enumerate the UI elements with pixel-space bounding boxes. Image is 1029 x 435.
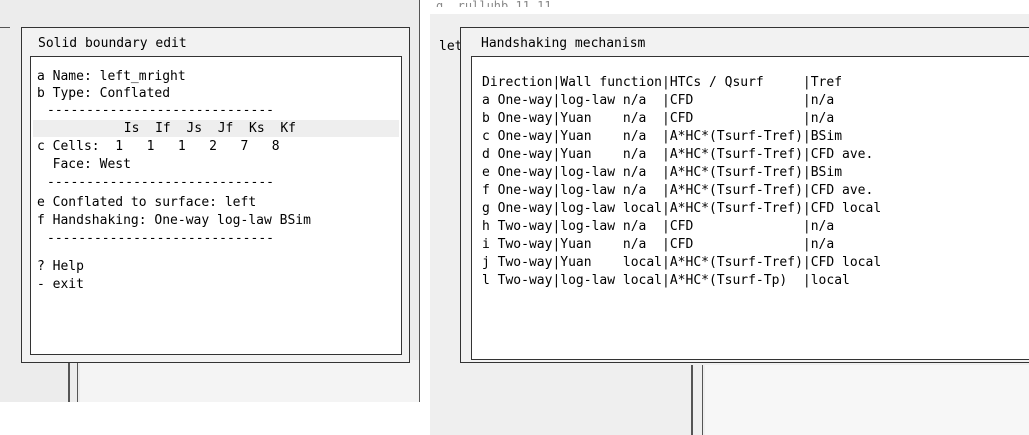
cells-header: Is If Js Jf Ks Kf [69,121,296,136]
handshaking-header: Direction|Wall function|HTCs / Qsurf |Tr… [482,75,843,90]
background-panel-left [80,360,420,402]
handshaking-option[interactable]: b One-way|Yuan n/a |CFD |n/a [482,111,834,127]
menu-item-handshaking[interactable]: f Handshaking: One-way log-law BSim [37,213,311,229]
menu-item-help[interactable]: ? Help [37,259,84,275]
menu-item-cells[interactable]: c Cells: 1 1 1 2 7 8 [37,139,280,155]
menu-item-name[interactable]: a Name: left_mright [37,69,186,85]
scroll-edge-line [68,360,70,402]
handshaking-option[interactable]: e One-way|log-law n/a |A*HC*(Tsurf-Tref)… [482,165,842,181]
divider-line [419,0,420,402]
scroll-edge-line [702,365,703,435]
solid-boundary-menu: a Name: left_mright b Type: Conflated --… [30,56,402,355]
handshaking-option[interactable]: l Two-way|log-law local|A*HC*(Tsurf-Tp) … [482,273,850,289]
menu-item-exit[interactable]: - exit [37,277,84,293]
background-panel-right [705,365,1029,435]
divider-line [0,27,10,28]
menu-item-face[interactable]: Face: West [37,157,131,173]
menu-item-conflated[interactable]: e Conflated to surface: left [37,195,256,211]
menu-separator: ----------------------------- [47,175,274,190]
dialog-title: Solid boundary edit [38,36,187,51]
handshaking-option[interactable]: f One-way|log-law n/a |A*HC*(Tsurf-Tref)… [482,183,873,199]
handshaking-option[interactable]: j Two-way|Yuan local|A*HC*(Tsurf-Tref)|C… [482,255,881,271]
handshaking-option[interactable]: c One-way|Yuan n/a |A*HC*(Tsurf-Tref)|BS… [482,129,842,145]
menu-separator: ----------------------------- [47,231,274,246]
menu-item-type[interactable]: b Type: Conflated [37,86,170,102]
scroll-edge-line [691,365,693,435]
background-label-fragment: let [439,39,463,54]
handshaking-option[interactable]: d One-way|Yuan n/a |A*HC*(Tsurf-Tref)|CF… [482,147,873,163]
background-title-fragment: g. rulluhb 11.11. [436,0,559,7]
dialog-title: Handshaking mechanism [481,36,646,51]
handshaking-option[interactable]: h Two-way|log-law n/a |CFD |n/a [482,219,834,235]
solid-boundary-dialog: Solid boundary edit a Name: left_mright … [21,27,410,363]
handshaking-menu: Direction|Wall function|HTCs / Qsurf |Tr… [471,56,1029,360]
menu-separator: ----------------------------- [47,103,274,118]
handshaking-option[interactable]: i Two-way|Yuan n/a |CFD |n/a [482,237,834,253]
handshaking-option[interactable]: g One-way|log-law local|A*HC*(Tsurf-Tref… [482,201,881,217]
scroll-edge-line [77,360,78,402]
handshaking-option[interactable]: a One-way|log-law n/a |CFD |n/a [482,93,834,109]
handshaking-dialog: Handshaking mechanism Direction|Wall fun… [460,27,1029,363]
